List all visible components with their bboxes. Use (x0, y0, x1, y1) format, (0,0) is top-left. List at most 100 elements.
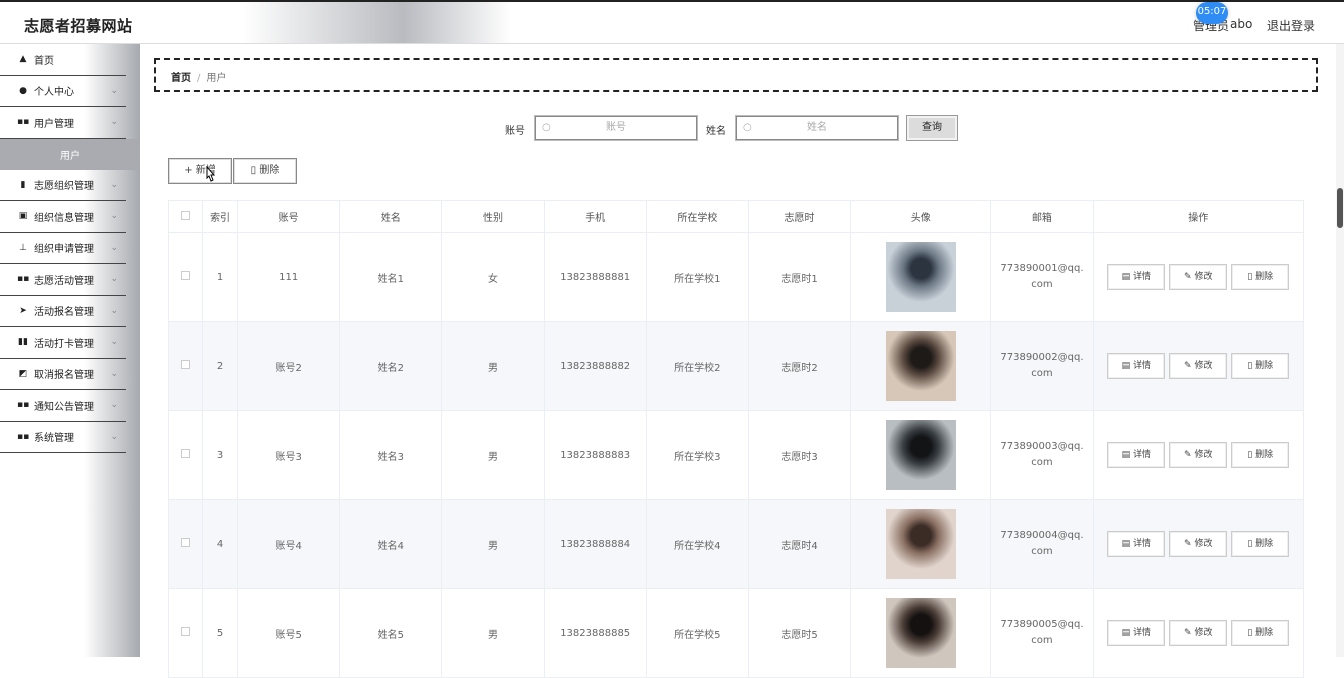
sidebar-item[interactable]: ▪▪ 通知公告管理 ⌄ (0, 390, 126, 422)
breadcrumb: 首页 / 用户 (154, 58, 1318, 92)
select-all-cell[interactable] (167, 200, 204, 233)
sidebar-item[interactable]: ● 个人中心 ⌄ (0, 76, 126, 107)
column-header: 头像 (850, 200, 992, 233)
edit-button[interactable]: ✎ 修改 (1169, 264, 1228, 290)
edit-button[interactable]: ✎ 修改 (1169, 442, 1228, 468)
column-header: 性别 (441, 200, 545, 233)
scrollbar-thumb[interactable] (1337, 188, 1343, 228)
sidebar-item-label: 组织申请管理 (34, 244, 94, 256)
sidebar-item-label: 个人中心 (34, 87, 74, 99)
row-delete-button[interactable]: ▯ 删除 (1231, 353, 1290, 379)
detail-button[interactable]: ▤ 详情 (1107, 442, 1166, 468)
sidebar-item[interactable]: ▪▪ 用户管理 ⌄ (0, 107, 126, 139)
home-icon: ▲ (19, 54, 27, 65)
sidebar-item-label: 志愿活动管理 (34, 275, 94, 287)
sidebar-subitem-user[interactable]: 用户 (0, 138, 140, 170)
name-search-input[interactable]: ○ 姓名 (735, 115, 899, 141)
detail-button[interactable]: ▤ 详情 (1107, 531, 1166, 557)
sidebar-item[interactable]: ▣ 组织信息管理 ⌄ (0, 201, 126, 233)
sidebar-item-label: 取消报名管理 (34, 370, 94, 382)
row-delete-button[interactable]: ▯ 删除 (1231, 442, 1290, 468)
sidebar-item-label: 志愿组织管理 (34, 181, 94, 193)
detail-button[interactable]: ▤ 详情 (1107, 264, 1166, 290)
bulk-delete-label: 删除 (259, 165, 280, 176)
cell-school: 所在学校3 (645, 410, 749, 500)
row-checkbox[interactable] (181, 538, 191, 547)
edit-button[interactable]: ✎ 修改 (1169, 620, 1228, 646)
trash-icon: ▯ (1247, 628, 1256, 638)
account-search-input[interactable]: ○ 账号 (534, 115, 698, 141)
cell-phone: 13823888882 (543, 321, 647, 411)
cell-phone: 13823888885 (543, 588, 647, 678)
row-checkbox[interactable] (181, 627, 191, 636)
logout-link[interactable]: 退出登录 (1267, 17, 1315, 34)
sidebar-item[interactable]: ▮▮ 活动打卡管理 ⌄ (0, 327, 126, 359)
select-all-checkbox[interactable] (181, 210, 191, 220)
cell-gender: 男 (441, 321, 545, 411)
cell-operations: ▤ 详情 ✎ 修改 ▯ 删除 (1092, 588, 1305, 678)
pencil-icon: ✎ (1184, 450, 1195, 460)
sidebar-item[interactable]: ➤ 活动报名管理 ⌄ (0, 296, 126, 327)
bar-icon: ▮▮ (18, 337, 28, 348)
edit-button[interactable]: ✎ 修改 (1169, 531, 1228, 557)
edit-button[interactable]: ✎ 修改 (1169, 353, 1228, 379)
chevron-down-icon: ⌄ (110, 242, 118, 253)
cell-operations: ▤ 详情 ✎ 修改 ▯ 删除 (1092, 499, 1305, 589)
sidebar-item[interactable]: ▲ 首页 (0, 44, 126, 76)
cell-phone: 13823888884 (543, 499, 647, 589)
cell-email: 773890003@qq.com (990, 410, 1094, 500)
sidebar-item[interactable]: ▮ 志愿组织管理 ⌄ (0, 170, 126, 201)
cell-index: 3 (202, 410, 239, 500)
edit-button-label: 修改 (1194, 539, 1213, 549)
add-button[interactable]: + 新增 (168, 158, 232, 184)
row-select-cell[interactable] (167, 588, 204, 678)
cell-avatar (850, 588, 992, 678)
edit-icon: ◩ (18, 368, 28, 379)
grid-icon: ▪▪ (17, 431, 30, 442)
row-select-cell[interactable] (167, 232, 204, 322)
scrollbar-track[interactable] (1336, 44, 1344, 657)
row-delete-button[interactable]: ▯ 删除 (1231, 620, 1290, 646)
time-badge: 05:07 (1196, 2, 1228, 24)
row-checkbox[interactable] (181, 360, 191, 369)
sidebar-item[interactable]: ▪▪ 系统管理 ⌄ (0, 422, 126, 453)
account-placeholder: 账号 (606, 122, 626, 133)
cell-email: 773890005@qq.com (990, 588, 1094, 678)
breadcrumb-home[interactable]: 首页 (171, 73, 191, 84)
grid-icon: ▪▪ (17, 400, 30, 411)
name-label: 姓名 (706, 126, 726, 137)
cell-name: 姓名3 (339, 410, 443, 500)
row-checkbox[interactable] (181, 449, 191, 458)
avatar-image (885, 420, 956, 490)
row-delete-button-label: 删除 (1255, 450, 1274, 460)
user-name: abo (1230, 17, 1253, 31)
row-checkbox[interactable] (181, 271, 191, 280)
cell-gender: 男 (441, 499, 545, 589)
trash-icon: ▯ (1247, 361, 1256, 371)
chart-icon: ▮ (20, 179, 26, 190)
detail-button[interactable]: ▤ 详情 (1107, 620, 1166, 646)
row-select-cell[interactable] (167, 321, 204, 411)
detail-button[interactable]: ▤ 详情 (1107, 353, 1166, 379)
cell-hours: 志愿时3 (747, 410, 852, 500)
row-delete-button[interactable]: ▯ 删除 (1231, 531, 1290, 557)
query-button[interactable]: 查询 (906, 115, 958, 141)
bulk-delete-button[interactable]: ▯ 删除 (233, 158, 297, 184)
cell-hours: 志愿时1 (747, 232, 852, 322)
row-select-cell[interactable] (167, 499, 204, 589)
sidebar-item-label: 通知公告管理 (34, 401, 94, 413)
cell-hours: 志愿时2 (747, 321, 852, 411)
column-header: 操作 (1092, 200, 1305, 233)
pencil-icon: ✎ (1184, 539, 1195, 549)
sidebar-item[interactable]: ◩ 取消报名管理 ⌄ (0, 359, 126, 390)
table-row: 3 账号3 姓名3 男 13823888883 所在学校3 志愿时3 773890003@qq… (167, 410, 1305, 500)
cell-index: 4 (202, 499, 239, 589)
sidebar-item[interactable]: ⊥ 组织申请管理 ⌄ (0, 233, 126, 264)
cell-gender: 男 (441, 410, 545, 500)
name-placeholder: 姓名 (807, 122, 827, 133)
sidebar-item[interactable]: ▪▪ 志愿活动管理 ⌄ (0, 264, 126, 296)
row-select-cell[interactable] (167, 410, 204, 500)
sidebar-menu: ▲ 首页 ● 个人中心 ⌄ ▪▪ 用户管理 ⌄ 用户 ▮ 志愿组织管理 ⌄ ▣ 组织信息管理 ⌄ ⊥ 组织申请管… (0, 44, 140, 657)
cell-avatar (850, 232, 992, 322)
row-delete-button[interactable]: ▯ 删除 (1231, 264, 1290, 290)
